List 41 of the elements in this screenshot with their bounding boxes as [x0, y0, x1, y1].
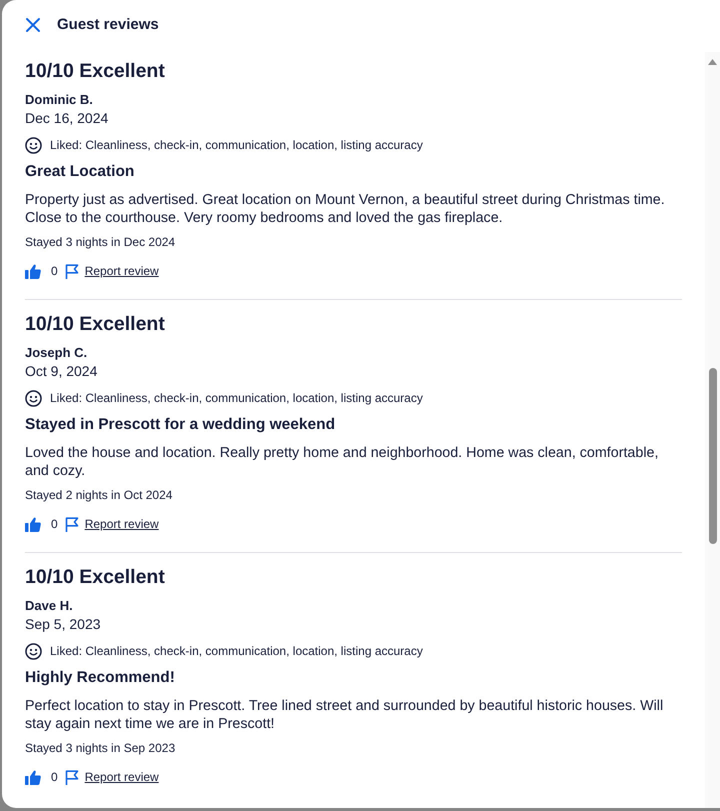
review-rating: 10/10 Excellent [25, 565, 166, 589]
smiley-icon [25, 390, 42, 406]
liked-text: Liked: Cleanliness, check-in, communication, location, listing accuracy [50, 644, 423, 658]
report-review-link[interactable]: Report review [84, 264, 159, 278]
review-rating: 10/10 Excellent [25, 312, 166, 336]
smiley-icon [25, 642, 42, 660]
scroll-up-arrow-icon[interactable] [708, 59, 717, 65]
review-date: Oct 9, 2024 [25, 362, 98, 380]
report-review-link[interactable]: Report review [84, 770, 159, 784]
flag-icon [64, 770, 79, 784]
review-text: Property just as advertised. Great location on Mount Vernon, a beautiful street during Christmas time. Close to the courthouse. Very roomy bedrooms and loved the gas fireplace. [25, 191, 666, 227]
review-title: Highly Recommend! [25, 668, 176, 688]
flag-icon [64, 264, 79, 278]
scrollbar-track[interactable] [705, 52, 720, 808]
smiley-icon [25, 136, 42, 154]
reviewer-name: Joseph C. [25, 344, 88, 362]
review-rating: 10/10 Excellent [25, 59, 166, 83]
review-title: Great Location [25, 162, 136, 182]
helpful-count: 0 [51, 264, 58, 278]
close-icon[interactable] [25, 17, 41, 33]
review-date: Dec 16, 2024 [25, 109, 110, 127]
liked-text: Liked: Cleanliness, check-in, communication, location, listing accuracy [50, 138, 423, 152]
report-review-link[interactable]: Report review [84, 516, 159, 532]
reviewer-name: Dave H. [25, 597, 74, 615]
review-date: Sep 5, 2023 [25, 615, 102, 633]
thumbs-up-icon[interactable] [25, 516, 41, 532]
review-text: Perfect location to stay in Prescott. Tree lined street and surrounded by beautiful historic houses. Will stay again next time we are in Prescott! [25, 697, 664, 733]
scrollbar-thumb[interactable] [708, 368, 716, 544]
thumbs-up-icon[interactable] [25, 770, 41, 784]
reviewer-name: Dominic B. [25, 91, 94, 109]
thumbs-up-icon[interactable] [25, 264, 41, 278]
dialog-title: Guest reviews [57, 15, 159, 35]
liked-text: Liked: Cleanliness, check-in, communication, location, listing accuracy [50, 390, 423, 406]
helpful-count: 0 [51, 516, 58, 532]
stay-info: Stayed 3 nights in Sep 2023 [25, 740, 176, 756]
review-title: Stayed in Prescott for a wedding weekend [25, 415, 336, 435]
flag-icon [64, 516, 79, 532]
review-text: Loved the house and location. Really pretty home and neighborhood. Home was clean, comfortable, and cozy. [25, 444, 660, 480]
helpful-count: 0 [51, 770, 58, 784]
stay-info: Stayed 2 nights in Oct 2024 [25, 487, 174, 503]
stay-info: Stayed 3 nights in Dec 2024 [25, 234, 176, 250]
